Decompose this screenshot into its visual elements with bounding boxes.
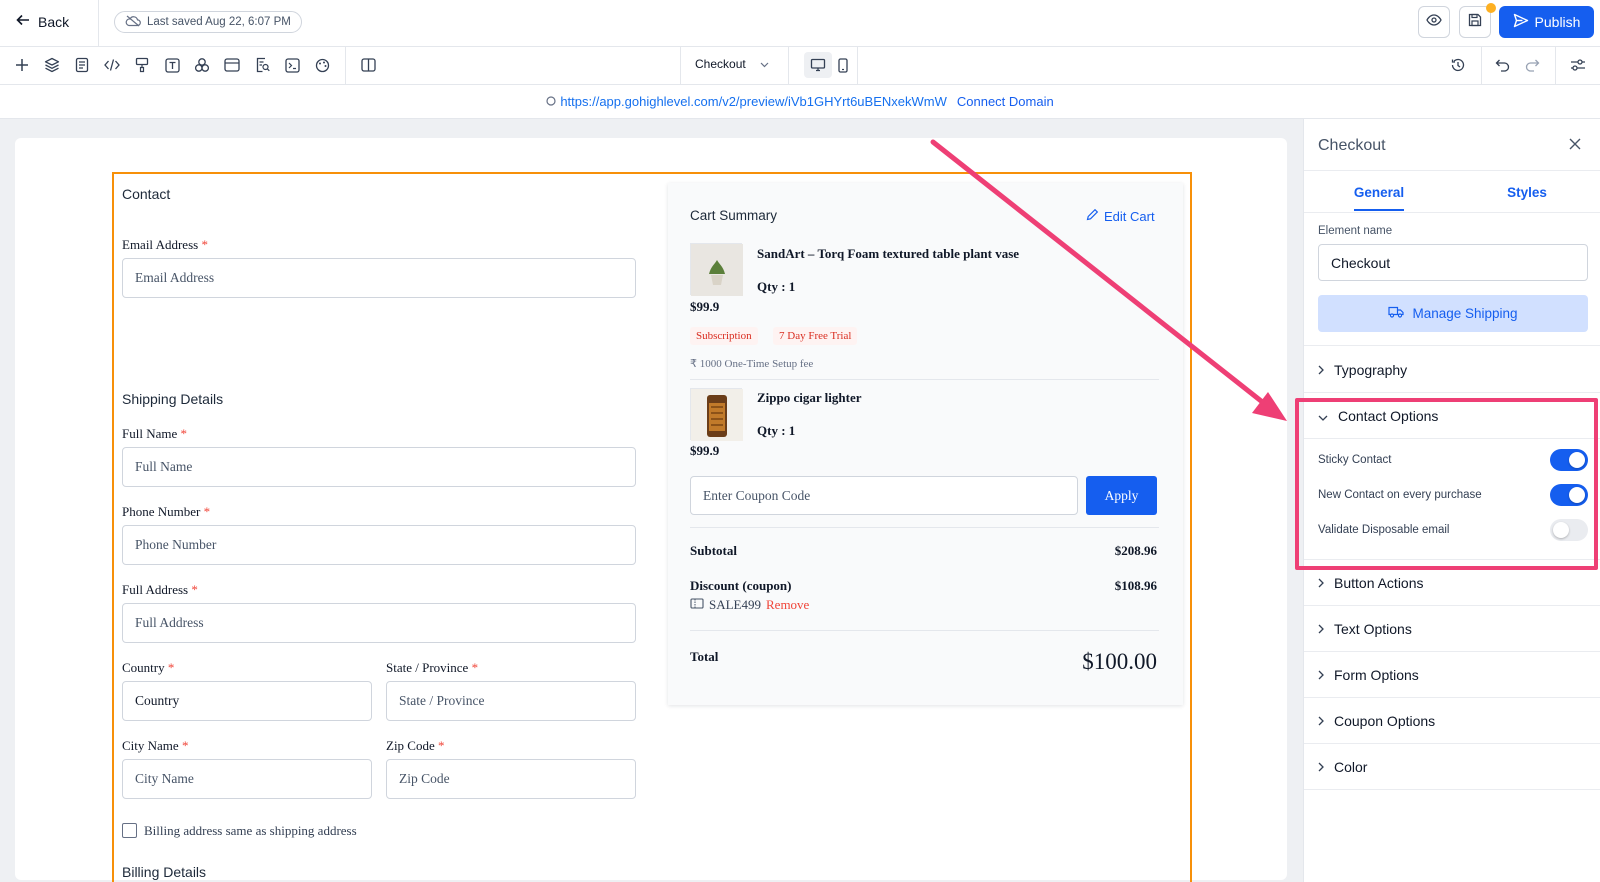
annotation-arrow <box>930 139 1287 421</box>
